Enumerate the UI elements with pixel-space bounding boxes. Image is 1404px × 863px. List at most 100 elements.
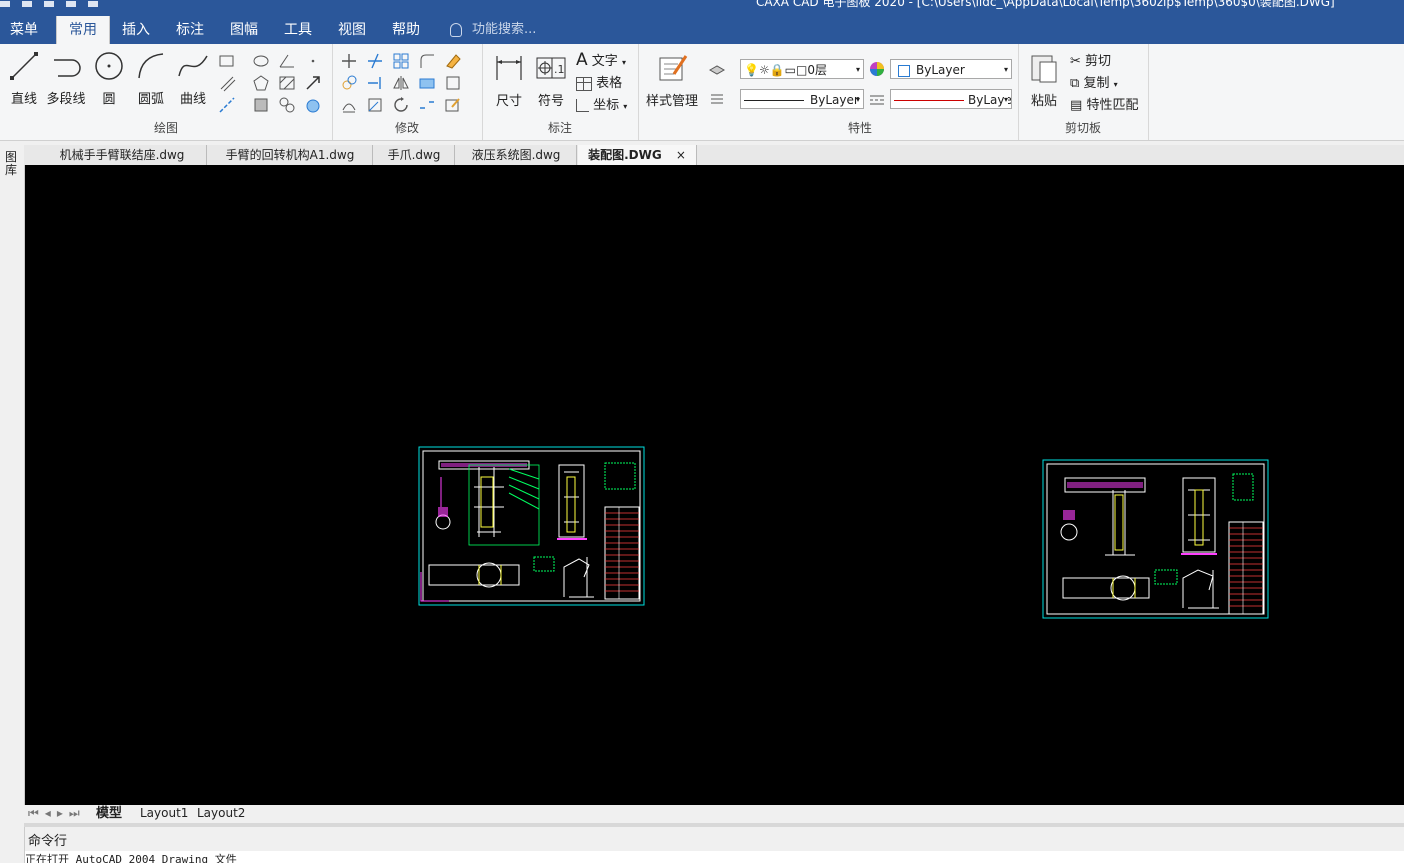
break-icon[interactable]: [418, 96, 436, 114]
style-manager-button[interactable]: 样式管理: [642, 52, 702, 109]
rotate-icon[interactable]: [392, 96, 410, 114]
circle-button[interactable]: 圆: [92, 50, 126, 107]
layer-dropdown[interactable]: 💡☼🔒▭□0层 ▾: [740, 59, 864, 79]
line-icon: [10, 52, 38, 80]
symbol-label: 符号: [537, 94, 564, 109]
copy-button[interactable]: ⧉ 复制 ▾: [1070, 72, 1118, 91]
layer-state-icon[interactable]: [708, 60, 726, 78]
drawing-canvas[interactable]: [25, 165, 1404, 805]
layout-tab-model[interactable]: 模型: [96, 805, 122, 823]
layout-nav-arrows[interactable]: ⏮◂▸⏭: [28, 805, 86, 823]
close-icon[interactable]: ×: [676, 148, 686, 162]
copy-object-icon[interactable]: [340, 74, 358, 92]
tab-view[interactable]: 视图: [326, 16, 378, 44]
curve-button[interactable]: 曲线: [174, 50, 212, 107]
arc-label: 圆弧: [137, 92, 164, 107]
move-icon[interactable]: [340, 52, 358, 70]
edit-icon[interactable]: [444, 96, 462, 114]
color-wheel-icon[interactable]: [868, 60, 886, 78]
tab-insert[interactable]: 插入: [110, 16, 162, 44]
polyline-button[interactable]: 多段线: [44, 50, 88, 107]
dimension-button[interactable]: 尺寸: [490, 52, 528, 109]
match-properties-button[interactable]: ▤ 特性匹配: [1070, 94, 1138, 113]
library-panel-strip[interactable]: 图库: [0, 145, 25, 863]
point-icon[interactable]: [304, 52, 322, 70]
annotate-group: 尺寸 .1 符号 A 文字 ▾ 表格 坐标 ▾ 标注: [482, 44, 639, 140]
insert-block-icon[interactable]: [278, 96, 296, 114]
paste-button[interactable]: 粘贴: [1026, 52, 1062, 109]
fillet-icon[interactable]: [418, 52, 436, 70]
doc-tab-active[interactable]: 装配图.DWG ×: [578, 145, 697, 165]
annotate-group-label: 标注: [547, 121, 572, 135]
cut-label: 剪切: [1085, 54, 1112, 69]
quick-access-toolbar[interactable]: [0, 0, 110, 7]
lineweight-dropdown[interactable]: ByLaye ▾: [890, 89, 1012, 109]
command-splitter[interactable]: [24, 823, 1404, 827]
window-title: CAXA CAD 电子图板 2020 - [C:\Users\lidc_\App…: [756, 0, 1335, 9]
image-icon[interactable]: [304, 96, 322, 114]
stretch-icon[interactable]: [418, 74, 436, 92]
clipboard-group-label: 剪切板: [1064, 121, 1101, 135]
ellipse-icon[interactable]: [252, 52, 270, 70]
text-button[interactable]: A 文字 ▾: [576, 50, 626, 70]
line-button[interactable]: 直线: [6, 50, 42, 107]
drawing-view: [418, 446, 1269, 619]
array-icon[interactable]: [392, 52, 410, 70]
tab-annotate[interactable]: 标注: [164, 16, 216, 44]
lineweight-icon[interactable]: [708, 90, 726, 108]
active-doc-label: 装配图.DWG: [588, 148, 662, 162]
polygon-icon[interactable]: [252, 74, 270, 92]
doc-tab[interactable]: 手爪.dwg: [374, 145, 455, 165]
cut-button[interactable]: ✂ 剪切: [1070, 50, 1111, 69]
linetype-dropdown[interactable]: ByLayer ▾: [740, 89, 864, 109]
tab-help[interactable]: 帮助: [380, 16, 432, 44]
properties-group: 💡☼🔒▭□0层 ▾ ByLayer ▾ ByLayer ▾ ByLaye ▾ 特性: [702, 44, 1019, 140]
doc-tab[interactable]: 液压系统图.dwg: [456, 145, 577, 165]
tab-menu[interactable]: 菜单: [0, 16, 48, 44]
feature-search[interactable]: 功能搜索...: [450, 16, 536, 44]
paste-label: 粘贴: [1030, 94, 1057, 109]
coord-button[interactable]: 坐标 ▾: [576, 94, 627, 113]
scale-icon[interactable]: [366, 96, 384, 114]
scissors-icon: ✂: [1070, 54, 1081, 69]
arc-icon: [138, 53, 164, 79]
text-icon: A: [576, 50, 588, 70]
symbol-icon: .1: [536, 57, 566, 79]
color-dropdown[interactable]: ByLayer ▾: [890, 59, 1012, 79]
mirror-icon[interactable]: [392, 74, 410, 92]
hatch-icon[interactable]: [278, 74, 296, 92]
centerline-icon[interactable]: [218, 96, 236, 114]
document-tabs: 机械手手臂联结座.dwg 手臂的回转机构A1.dwg 手爪.dwg 液压系统图.…: [24, 145, 1404, 165]
block-icon[interactable]: [252, 96, 270, 114]
extend-icon[interactable]: [366, 74, 384, 92]
parallel-line-icon[interactable]: [218, 74, 236, 92]
drawing-sheet: [1042, 459, 1269, 619]
title-bar: CAXA CAD 电子图板 2020 - [C:\Users\lidc_\App…: [0, 0, 1404, 44]
tab-tools[interactable]: 工具: [272, 16, 324, 44]
copy-label: 复制: [1083, 76, 1110, 91]
arrow-icon[interactable]: [304, 74, 322, 92]
tab-home[interactable]: 常用: [56, 16, 110, 44]
explode-icon[interactable]: [444, 74, 462, 92]
layout-tab[interactable]: Layout2: [197, 805, 245, 823]
copy-icon: ⧉: [1070, 76, 1080, 91]
table-button[interactable]: 表格: [576, 72, 622, 91]
doc-tab[interactable]: 手臂的回转机构A1.dwg: [208, 145, 373, 165]
linestyle-icon[interactable]: [868, 90, 886, 108]
table-label: 表格: [596, 76, 623, 91]
polyline-label: 多段线: [46, 92, 86, 107]
offset-icon[interactable]: [340, 96, 358, 114]
layout-tab[interactable]: Layout1: [140, 805, 188, 823]
match-label: 特性匹配: [1086, 98, 1139, 113]
rectangle-icon[interactable]: [218, 52, 236, 70]
spline-icon: [178, 55, 208, 77]
symbol-button[interactable]: .1 符号: [532, 52, 570, 109]
line-label: 直线: [10, 92, 37, 107]
tab-frame[interactable]: 图幅: [218, 16, 270, 44]
trim-icon[interactable]: [366, 52, 384, 70]
curve-label: 曲线: [179, 92, 206, 107]
eraser-icon[interactable]: [444, 52, 462, 70]
doc-tab[interactable]: 机械手手臂联结座.dwg: [38, 145, 207, 165]
arc-button[interactable]: 圆弧: [132, 50, 170, 107]
angle-line-icon[interactable]: [278, 52, 296, 70]
